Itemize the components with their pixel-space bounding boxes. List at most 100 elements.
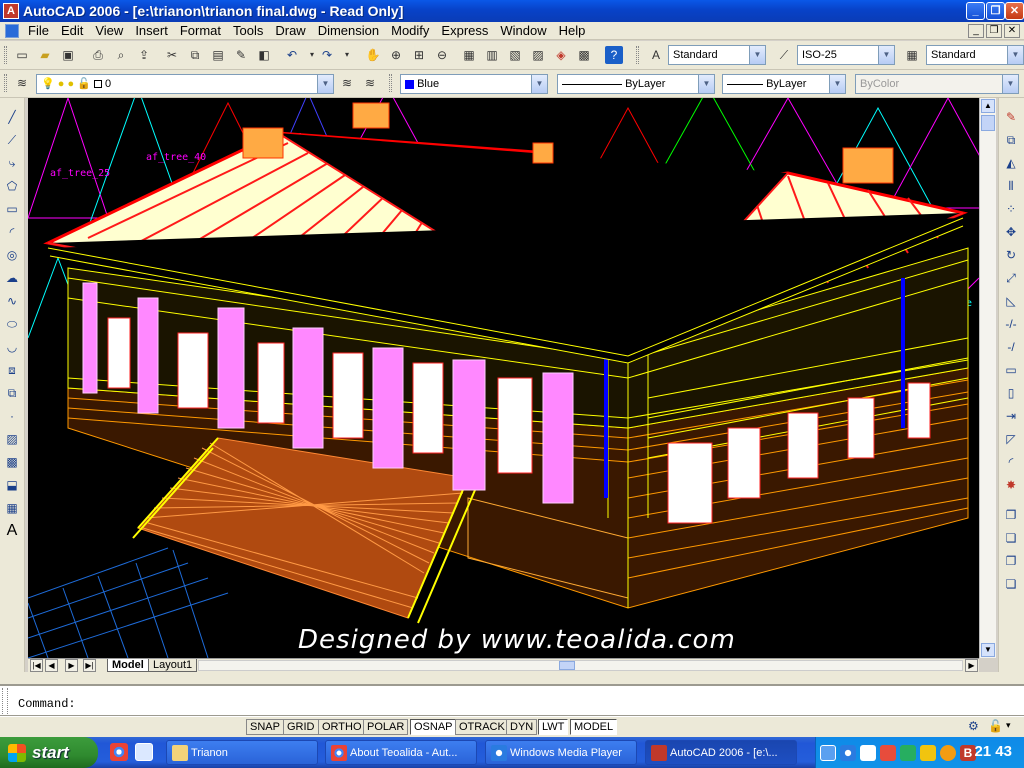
plot-icon[interactable]: ⎙ xyxy=(89,46,107,64)
tab-prev-button[interactable]: ◀ xyxy=(45,659,58,672)
tab-model[interactable]: Model xyxy=(107,659,149,672)
spline-icon[interactable]: ∿ xyxy=(3,292,21,310)
text-style-icon[interactable]: A xyxy=(647,46,665,64)
menu-dimension[interactable]: Dimension xyxy=(312,23,385,39)
lwt-toggle[interactable]: LWT xyxy=(538,719,569,735)
menu-window[interactable]: Window xyxy=(494,23,552,39)
hatch-icon[interactable]: ▨ xyxy=(3,430,21,448)
color-select[interactable]: Blue ▼ xyxy=(400,74,548,94)
tab-first-button[interactable]: |◀ xyxy=(30,659,43,672)
splitter[interactable] xyxy=(0,672,1024,684)
task-autocad[interactable]: AutoCAD 2006 - [e:\... xyxy=(645,740,797,765)
toolbar-grip[interactable] xyxy=(636,46,639,64)
explode-icon[interactable]: ✸ xyxy=(1002,476,1020,494)
ortho-toggle[interactable]: ORTHO xyxy=(318,719,366,735)
redo-dropdown-icon[interactable]: ▾ xyxy=(338,46,356,64)
join-icon[interactable]: ⇥ xyxy=(1002,407,1020,425)
properties-icon[interactable]: ▦ xyxy=(460,46,478,64)
chevron-down-icon[interactable]: ▼ xyxy=(829,75,845,93)
toolbar-grip[interactable] xyxy=(389,74,392,92)
copy-icon[interactable]: ⧉ xyxy=(186,46,204,64)
rotate-icon[interactable]: ↻ xyxy=(1002,246,1020,264)
menu-format[interactable]: Format xyxy=(174,23,227,39)
polar-toggle[interactable]: POLAR xyxy=(363,719,409,735)
polyline-icon[interactable]: ⤷ xyxy=(3,154,21,172)
scale-icon[interactable]: ⤢ xyxy=(1002,269,1020,287)
menu-insert[interactable]: Insert xyxy=(129,23,174,39)
multiline-text-icon[interactable]: A xyxy=(3,522,21,540)
make-block-icon[interactable]: ⧉ xyxy=(3,384,21,402)
menu-tools[interactable]: Tools xyxy=(227,23,269,39)
offset-icon[interactable]: ⫴ xyxy=(1002,177,1020,195)
osnap-toggle[interactable]: OSNAP xyxy=(410,719,457,735)
tab-next-button[interactable]: ▶ xyxy=(65,659,78,672)
match-properties-icon[interactable]: ✎ xyxy=(232,46,250,64)
lineweight-select[interactable]: ByLayer ▼ xyxy=(722,74,846,94)
dyn-toggle[interactable]: DYN xyxy=(506,719,538,735)
chrome-quicklaunch-icon[interactable] xyxy=(110,743,128,761)
menu-draw[interactable]: Draw xyxy=(269,23,311,39)
menu-file[interactable]: File xyxy=(22,23,55,39)
tab-last-button[interactable]: ▶| xyxy=(83,659,96,672)
erase-icon[interactable]: ✎ xyxy=(1002,108,1020,126)
region-icon[interactable]: ⬓ xyxy=(3,476,21,494)
ellipse-arc-icon[interactable]: ◡ xyxy=(3,338,21,356)
task-chrome[interactable]: About Teoalida - Aut... xyxy=(325,740,477,765)
trim-icon[interactable]: -/- xyxy=(1002,315,1020,333)
revision-cloud-icon[interactable]: ☁ xyxy=(3,269,21,287)
task-media-player[interactable]: Windows Media Player xyxy=(485,740,637,765)
tray-app-icon[interactable] xyxy=(880,745,896,761)
drawing-canvas[interactable]: af_tree_31 af_tree_40 af_tree_25 af_tree… xyxy=(28,98,979,658)
vertical-scrollbar[interactable]: ▲ ▼ xyxy=(979,98,996,658)
arc-icon[interactable]: ◜ xyxy=(3,223,21,241)
circle-icon[interactable]: ◎ xyxy=(3,246,21,264)
scroll-up-button[interactable]: ▲ xyxy=(981,99,995,113)
draworder-above-icon[interactable]: ❐ xyxy=(1002,552,1020,570)
markup-icon[interactable]: ◈ xyxy=(552,46,570,64)
redo-icon[interactable]: ↷ xyxy=(318,46,336,64)
publish-icon[interactable]: ⇪ xyxy=(135,46,153,64)
cut-icon[interactable]: ✂ xyxy=(163,46,181,64)
gradient-icon[interactable]: ▩ xyxy=(3,453,21,471)
draworder-front-icon[interactable]: ❐ xyxy=(1002,506,1020,524)
status-menu-icon[interactable]: ▾ xyxy=(1006,720,1016,734)
tray-arrow-icon[interactable] xyxy=(820,745,836,761)
move-icon[interactable]: ✥ xyxy=(1002,223,1020,241)
document-icon[interactable] xyxy=(5,23,19,38)
linetype-select[interactable]: ByLayer ▼ xyxy=(557,74,715,94)
menu-edit[interactable]: Edit xyxy=(55,23,89,39)
make-layer-current-icon[interactable]: ≋ xyxy=(338,74,356,92)
maximize-button[interactable]: ❐ xyxy=(986,2,1005,20)
minimize-button[interactable]: _ xyxy=(966,2,985,20)
zoom-window-icon[interactable]: ⊞ xyxy=(410,46,428,64)
clock[interactable]: 21 43 xyxy=(974,741,1012,763)
chevron-down-icon[interactable]: ▼ xyxy=(1007,46,1023,64)
menu-express[interactable]: Express xyxy=(435,23,494,39)
autocad-icon[interactable]: A xyxy=(3,3,19,19)
chevron-down-icon[interactable]: ▼ xyxy=(317,75,333,93)
scroll-down-button[interactable]: ▼ xyxy=(981,643,995,657)
break-icon[interactable]: ▯ xyxy=(1002,384,1020,402)
text-style-select[interactable]: Standard ▼ xyxy=(668,45,766,65)
design-center-icon[interactable]: ▥ xyxy=(483,46,501,64)
zoom-previous-icon[interactable]: ⊖ xyxy=(433,46,451,64)
tool-palettes-icon[interactable]: ▧ xyxy=(506,46,524,64)
fillet-icon[interactable]: ◜ xyxy=(1002,453,1020,471)
chamfer-icon[interactable]: ◸ xyxy=(1002,430,1020,448)
chevron-down-icon[interactable]: ▼ xyxy=(878,46,894,64)
task-trianon[interactable]: Trianon xyxy=(166,740,318,765)
chevron-down-icon[interactable]: ▼ xyxy=(698,75,714,93)
help-icon[interactable]: ? xyxy=(605,46,623,64)
doc-close-button[interactable]: ✕ xyxy=(1004,24,1020,38)
block-editor-icon[interactable]: ◧ xyxy=(255,46,273,64)
tray-network-icon[interactable] xyxy=(900,745,916,761)
menu-view[interactable]: View xyxy=(89,23,129,39)
communication-center-icon[interactable]: ⚙ xyxy=(968,719,984,735)
toolbar-grip[interactable] xyxy=(4,46,7,64)
tray-alert-icon[interactable] xyxy=(920,745,936,761)
line-icon[interactable]: ╱ xyxy=(3,108,21,126)
scroll-right-button[interactable]: ▶ xyxy=(965,659,978,672)
scroll-thumb[interactable] xyxy=(981,115,995,131)
paste-icon[interactable]: ▤ xyxy=(209,46,227,64)
table-style-select[interactable]: Standard ▼ xyxy=(926,45,1024,65)
